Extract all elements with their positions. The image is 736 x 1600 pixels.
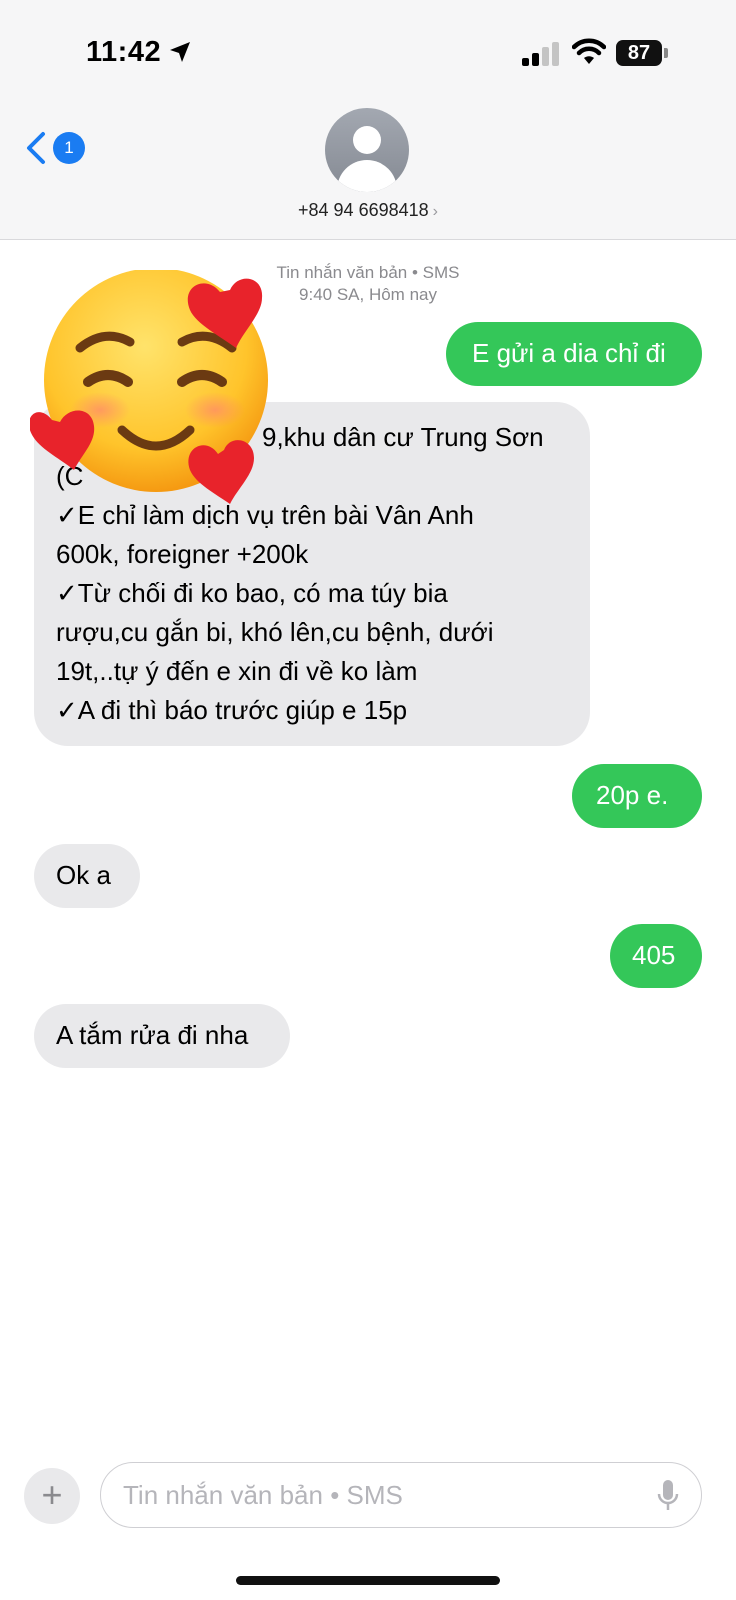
- back-button[interactable]: 1: [24, 128, 88, 168]
- bubble-tail: [703, 965, 717, 989]
- message-bubble-outgoing[interactable]: E gửi a dia chỉ đi: [446, 322, 717, 387]
- battery-icon: 87: [616, 40, 668, 66]
- message-bubble-outgoing[interactable]: 405: [610, 924, 717, 989]
- message-bubble-incoming[interactable]: A tắm rửa đi nha: [19, 1004, 290, 1069]
- cellular-signal-icon: [522, 42, 559, 66]
- message-compose-field[interactable]: [100, 1462, 702, 1528]
- message-line: rượu,cu gắn bi, khó lên,cu bệnh, dưới: [56, 617, 494, 647]
- chevron-right-icon: ›: [432, 203, 438, 220]
- location-arrow-icon: [170, 42, 190, 62]
- message-text: E gửi a dia chỉ đi: [472, 338, 666, 368]
- contact-label: +84 94 6698418: [298, 200, 429, 220]
- battery-level: 87: [616, 40, 662, 66]
- unread-badge: 1: [53, 132, 85, 164]
- smiling-face-with-hearts-emoji: [30, 270, 268, 504]
- message-type-label: Tin nhắn văn bản • SMS: [276, 263, 460, 282]
- message-line: 19t,..tự ý đến e xin đi về ko làm: [56, 656, 418, 686]
- chevron-left-icon: [27, 132, 45, 164]
- battery-cap: [664, 48, 668, 58]
- bubble-tail: [703, 805, 717, 829]
- message-bubble-outgoing[interactable]: 20p e.: [572, 764, 717, 829]
- contact-phone-number[interactable]: +84 94 6698418 ›: [0, 200, 736, 221]
- message-bubble-incoming[interactable]: Ok a: [19, 844, 140, 909]
- person-silhouette-body: [337, 160, 397, 192]
- wifi-icon: [572, 38, 606, 64]
- bubble-tail: [19, 723, 33, 747]
- message-text: Ok a: [56, 860, 111, 890]
- bubble-tail: [703, 363, 717, 387]
- message-text: 405: [632, 940, 676, 970]
- bubble-tail: [19, 885, 33, 909]
- message-input[interactable]: [123, 1475, 623, 1515]
- status-time: 11:42: [86, 36, 162, 68]
- contact-avatar[interactable]: [325, 108, 409, 192]
- bubble-tail: [19, 1045, 33, 1069]
- person-silhouette-icon: [353, 126, 381, 154]
- add-attachment-button[interactable]: +: [24, 1468, 80, 1524]
- microphone-icon[interactable]: [657, 1479, 679, 1513]
- home-indicator: [236, 1576, 500, 1585]
- message-line: ✓A đi thì báo trước giúp e 15p: [56, 695, 408, 725]
- plus-icon: +: [41, 1474, 63, 1515]
- message-line: 600k, foreigner +200k: [56, 539, 309, 569]
- message-text: A tắm rửa đi nha: [56, 1020, 249, 1050]
- navigation-header: 11:42 87 1 +84 94 6698418 ›: [0, 0, 736, 240]
- message-text: 20p e.: [596, 780, 669, 810]
- message-line: ✓Từ chối đi ko bao, có ma túy bia: [56, 578, 448, 608]
